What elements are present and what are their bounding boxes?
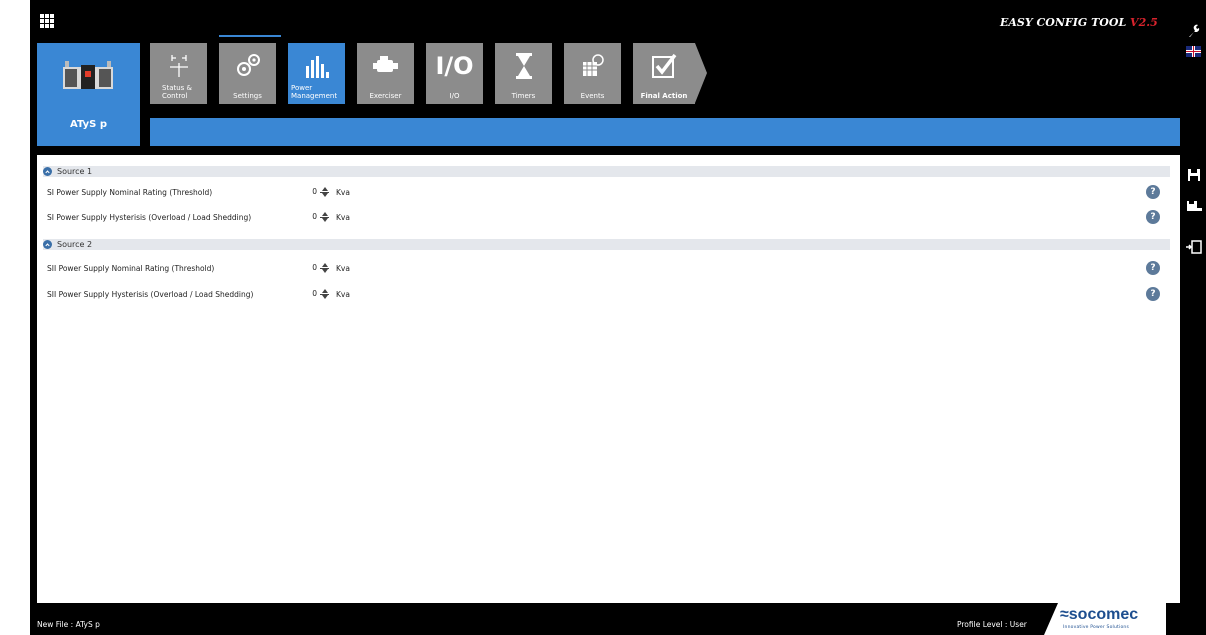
atys-device-image — [59, 57, 117, 93]
value-field[interactable]: 0 — [305, 289, 317, 298]
save-icon[interactable] — [1186, 168, 1202, 182]
checkmark-icon — [633, 49, 695, 83]
unit-label: Kva — [336, 264, 350, 273]
spinner-control[interactable] — [320, 211, 330, 223]
value-field[interactable]: 0 — [305, 263, 317, 272]
tab-label-line2: Control — [162, 92, 188, 100]
io-icon-text: I/O — [435, 52, 474, 80]
unit-label: Kva — [336, 290, 350, 299]
logo-tagline: Innovative Power Solutions — [1063, 625, 1129, 630]
exit-icon[interactable] — [1186, 240, 1202, 254]
tab-label: Timers — [511, 92, 536, 100]
main-content: Source 1 SI Power Supply Nominal Rating … — [37, 155, 1180, 603]
tab-label: Final Action — [640, 92, 688, 100]
help-icon[interactable]: ? — [1146, 261, 1160, 275]
device-label: ATyS p — [70, 119, 107, 130]
unit-label: Kva — [336, 213, 350, 222]
app-title: EASY CONFIG TOOL V2.5 — [1000, 16, 1158, 29]
profile-level-label: Profile Level : User — [957, 620, 1027, 629]
tools-icon[interactable] — [1186, 24, 1202, 38]
uk-flag-icon[interactable] — [1186, 46, 1201, 57]
setting-label: SII Power Supply Hysterisis (Overload / … — [47, 290, 254, 299]
socomec-logo: ≈socomec Innovative Power Solutions — [1044, 603, 1166, 635]
tab-status-control[interactable]: Status & Control — [150, 43, 207, 104]
io-icon: I/O — [426, 49, 483, 83]
save-as-icon[interactable] — [1186, 200, 1202, 214]
tab-label-line1: Status & — [162, 84, 192, 92]
power-management-icon — [288, 49, 345, 83]
collapse-icon[interactable] — [43, 240, 52, 249]
setting-row: SII Power Supply Nominal Rating (Thresho… — [47, 261, 1170, 276]
setting-label: SI Power Supply Nominal Rating (Threshol… — [47, 188, 213, 197]
spinner-control[interactable] — [320, 262, 330, 274]
grid-menu-icon[interactable] — [40, 14, 54, 28]
device-tile[interactable]: ATyS p — [37, 43, 140, 146]
collapse-icon[interactable] — [43, 167, 52, 176]
app-version: V2.5 — [1130, 16, 1158, 29]
section-source-2[interactable]: Source 2 — [43, 239, 1170, 250]
setting-row: SII Power Supply Hysterisis (Overload / … — [47, 287, 1170, 302]
settings-gears-icon — [219, 49, 276, 83]
tab-label: I/O — [449, 92, 460, 100]
value-field[interactable]: 0 — [305, 187, 317, 196]
section-title: Source 2 — [57, 240, 93, 249]
setting-row: SI Power Supply Nominal Rating (Threshol… — [47, 185, 1170, 200]
left-border — [30, 0, 37, 635]
setting-label: SI Power Supply Hysterisis (Overload / L… — [47, 213, 252, 222]
tab-label: Settings — [233, 92, 262, 100]
tab-settings[interactable]: Settings — [219, 43, 276, 104]
right-toolbar — [1180, 0, 1206, 635]
unit-label: Kva — [336, 188, 350, 197]
tab-final-action[interactable]: Final Action — [633, 43, 707, 104]
exerciser-icon — [357, 49, 414, 83]
tab-timers[interactable]: Timers — [495, 43, 552, 104]
events-icon — [564, 49, 621, 83]
value-field[interactable]: 0 — [305, 212, 317, 221]
tab-power-management[interactable]: Power Management — [288, 43, 345, 104]
logo-text: socomec — [1068, 606, 1139, 623]
spinner-control[interactable] — [320, 186, 330, 198]
tab-events[interactable]: Events — [564, 43, 621, 104]
app-title-text: EASY CONFIG TOOL — [1000, 16, 1127, 29]
status-control-icon — [150, 49, 207, 83]
tab-exerciser[interactable]: Exerciser — [357, 43, 414, 104]
help-icon[interactable]: ? — [1146, 210, 1160, 224]
current-file-label: New File : ATyS p — [37, 620, 100, 629]
tab-label-line2: Management — [291, 92, 338, 100]
hourglass-icon — [495, 49, 552, 83]
page-title-bar — [150, 118, 1180, 146]
tab-arrow — [695, 43, 707, 103]
tab-label: Events — [580, 92, 605, 100]
section-source-1[interactable]: Source 1 — [43, 166, 1170, 177]
setting-label: SII Power Supply Nominal Rating (Thresho… — [47, 264, 215, 273]
active-tab-indicator — [219, 35, 281, 37]
status-bar — [30, 603, 1180, 635]
spinner-control[interactable] — [320, 288, 330, 300]
tab-label-line1: Power — [291, 84, 313, 92]
app-window: EASY CONFIG TOOL V2.5 ATyS p Status & Co… — [0, 0, 1206, 635]
help-icon[interactable]: ? — [1146, 185, 1160, 199]
tab-label: Exerciser — [369, 92, 402, 100]
help-icon[interactable]: ? — [1146, 287, 1160, 301]
setting-row: SI Power Supply Hysterisis (Overload / L… — [47, 210, 1170, 225]
tab-io[interactable]: I/O I/O — [426, 43, 483, 104]
section-title: Source 1 — [57, 167, 93, 176]
